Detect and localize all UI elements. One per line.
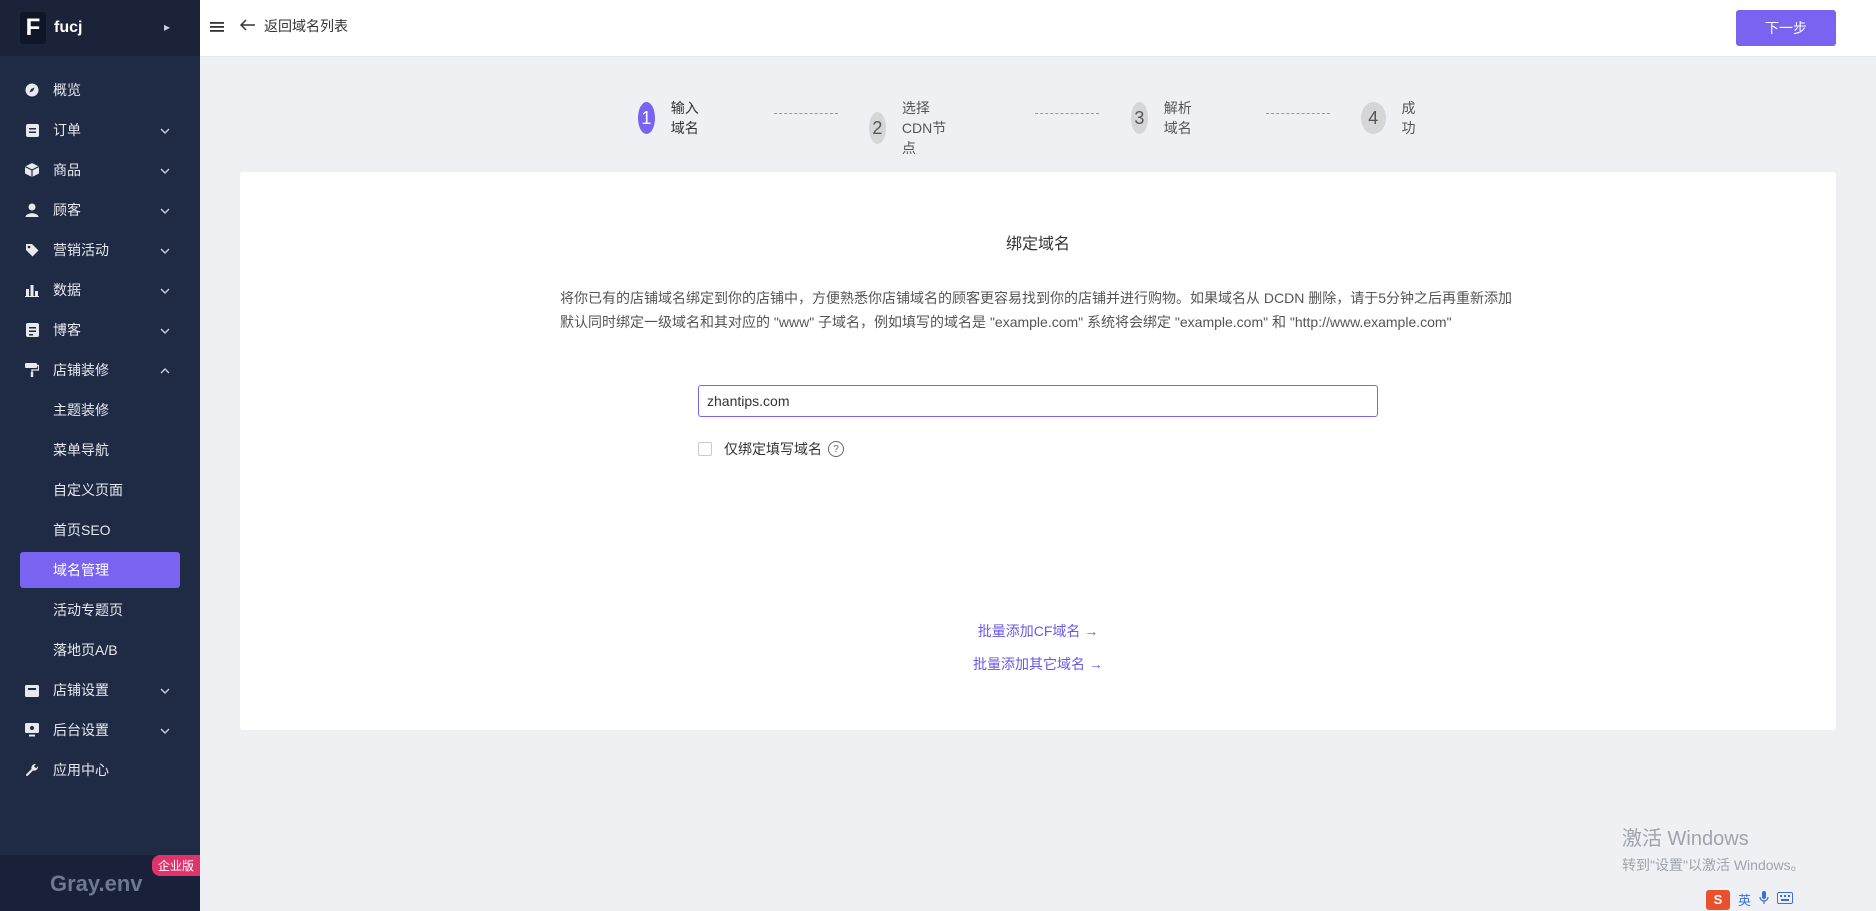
domain-input[interactable]: zhantips.com — [698, 385, 1378, 417]
sidebar-subitem-domain-management[interactable]: 域名管理 — [20, 552, 180, 588]
bind-only-checkbox[interactable] — [698, 442, 712, 456]
sidebar-subitem-home-seo[interactable]: 首页SEO — [0, 510, 200, 550]
batch-add-cf-domain-link[interactable]: 批量添加CF域名 → — [240, 621, 1836, 641]
chevron-down-icon — [160, 282, 170, 298]
chevron-down-icon — [160, 122, 170, 138]
document-icon — [24, 322, 40, 338]
environment-name: Gray.env — [50, 871, 143, 896]
chevron-down-icon — [160, 242, 170, 258]
step-2: 2 选择CDN节点 — [869, 98, 947, 158]
checkbox-label: 仅绑定填写域名 — [724, 441, 822, 457]
enterprise-badge: 企业版 — [151, 855, 200, 876]
hamburger-menu-icon[interactable] — [210, 20, 224, 34]
chevron-down-icon — [160, 722, 170, 738]
step-connector — [774, 113, 838, 114]
sidebar-item-label: 商品 — [53, 162, 81, 178]
sidebar: F fucj ▸ 概览 订单 商品 顾客 营销活动 数据 博客 店铺装修 主题装… — [0, 0, 200, 911]
store-name: fucj — [54, 19, 83, 36]
chevron-down-icon — [160, 682, 170, 698]
clipboard-icon — [24, 122, 40, 138]
step-connector — [1266, 113, 1330, 114]
help-icon[interactable]: ? — [828, 441, 844, 457]
environment-footer: Gray.env 企业版 — [0, 855, 200, 911]
sidebar-item-label: 订单 — [53, 122, 81, 138]
sidebar-item-label: 数据 — [53, 282, 81, 298]
microphone-icon[interactable] — [1759, 891, 1769, 908]
cube-icon — [24, 162, 40, 178]
sidebar-subitem-landing-ab[interactable]: 落地页A/B — [0, 630, 200, 670]
sidebar-subitem-theme[interactable]: 主题装修 — [0, 390, 200, 430]
compass-icon — [24, 82, 40, 98]
step-1: 1 输入域名 — [638, 98, 700, 138]
sidebar-item-label: 博客 — [53, 322, 81, 338]
paint-roller-icon — [24, 362, 40, 378]
bar-chart-icon — [24, 282, 40, 298]
step-4: 4 成功 — [1361, 98, 1423, 138]
sidebar-item-label: 概览 — [53, 82, 81, 98]
sidebar-item-blog[interactable]: 博客 — [0, 310, 200, 350]
sidebar-item-customers[interactable]: 顾客 — [0, 190, 200, 230]
back-link-label: 返回域名列表 — [264, 18, 348, 34]
next-step-button[interactable]: 下一步 — [1736, 10, 1836, 46]
store-icon — [24, 682, 40, 698]
step-connector — [1035, 113, 1099, 114]
step-number: 3 — [1131, 102, 1148, 134]
bind-only-entered-domain-row: 仅绑定填写域名 ? — [698, 439, 844, 459]
windows-activation-watermark: 激活 Windows 转到"设置"以激活 Windows。 — [1622, 822, 1805, 875]
sidebar-item-label: 营销活动 — [53, 242, 109, 258]
monitor-icon — [24, 722, 40, 738]
arrow-left-icon — [239, 18, 256, 34]
sidebar-item-store-decor[interactable]: 店铺装修 — [0, 350, 200, 390]
step-label: 选择CDN节点 — [901, 100, 947, 156]
sidebar-item-marketing[interactable]: 营销活动 — [0, 230, 200, 270]
ime-logo-icon[interactable]: S — [1706, 889, 1730, 910]
sidebar-item-app-center[interactable]: 应用中心 — [0, 750, 200, 790]
description-line-1: 将你已有的店铺域名绑定到你的店铺中，方便熟悉你店铺域名的顾客更容易找到你的店铺并… — [560, 290, 1513, 306]
activation-title: 激活 Windows — [1622, 828, 1749, 850]
batch-add-other-domain-link[interactable]: 批量添加其它域名 → — [240, 654, 1836, 674]
sidebar-item-label: 应用中心 — [53, 762, 109, 778]
sidebar-item-overview[interactable]: 概览 — [0, 70, 200, 110]
bind-domain-card: 绑定域名 将你已有的店铺域名绑定到你的店铺中，方便熟悉你店铺域名的顾客更容易找到… — [240, 172, 1836, 730]
sidebar-menu: 概览 订单 商品 顾客 营销活动 数据 博客 店铺装修 主题装修 菜单导航 自定… — [0, 70, 200, 790]
sidebar-subitem-custom-page[interactable]: 自定义页面 — [0, 470, 200, 510]
tag-icon — [24, 242, 40, 258]
activation-subtitle: 转到"设置"以激活 Windows。 — [1622, 857, 1805, 873]
sidebar-item-orders[interactable]: 订单 — [0, 110, 200, 150]
ime-language[interactable]: 英 — [1738, 890, 1751, 909]
sidebar-item-label: 店铺设置 — [53, 682, 109, 698]
step-label: 成功 — [1401, 100, 1416, 136]
step-number: 1 — [638, 102, 655, 134]
sidebar-item-store-settings[interactable]: 店铺设置 — [0, 670, 200, 710]
caret-right-icon: ▸ — [163, 20, 170, 34]
wrench-icon — [24, 762, 40, 778]
chevron-down-icon — [160, 322, 170, 338]
step-label: 输入域名 — [670, 100, 699, 136]
step-number: 2 — [869, 112, 886, 144]
ime-tray: S 英 — [1706, 888, 1794, 911]
sidebar-item-label: 后台设置 — [53, 722, 109, 738]
step-number: 4 — [1361, 102, 1386, 134]
sidebar-subitem-menu-nav[interactable]: 菜单导航 — [0, 430, 200, 470]
store-switcher[interactable]: F fucj ▸ — [0, 0, 200, 56]
top-header: 返回域名列表 下一步 — [200, 0, 1876, 57]
description-line-2: 默认同时绑定一级域名和其对应的 "www" 子域名，例如填写的域名是 "exam… — [560, 314, 1452, 330]
chevron-up-icon — [160, 362, 170, 378]
card-title: 绑定域名 — [1005, 236, 1070, 253]
store-logo: F — [20, 12, 46, 44]
user-icon — [24, 202, 40, 218]
keyboard-icon[interactable] — [1777, 892, 1794, 907]
sidebar-item-admin-settings[interactable]: 后台设置 — [0, 710, 200, 750]
chevron-down-icon — [160, 162, 170, 178]
chevron-down-icon — [160, 202, 170, 218]
sidebar-item-label: 店铺装修 — [53, 362, 109, 378]
card-description: 将你已有的店铺域名绑定到你的店铺中，方便熟悉你店铺域名的顾客更容易找到你的店铺并… — [560, 286, 1540, 334]
sidebar-subitem-campaign-page[interactable]: 活动专题页 — [0, 590, 200, 630]
step-3: 3 解析域名 — [1131, 98, 1193, 138]
sidebar-item-label: 顾客 — [53, 202, 81, 218]
back-to-domain-list-link[interactable]: 返回域名列表 — [239, 16, 348, 36]
step-label: 解析域名 — [1163, 100, 1192, 136]
sidebar-item-products[interactable]: 商品 — [0, 150, 200, 190]
sidebar-item-data[interactable]: 数据 — [0, 270, 200, 310]
